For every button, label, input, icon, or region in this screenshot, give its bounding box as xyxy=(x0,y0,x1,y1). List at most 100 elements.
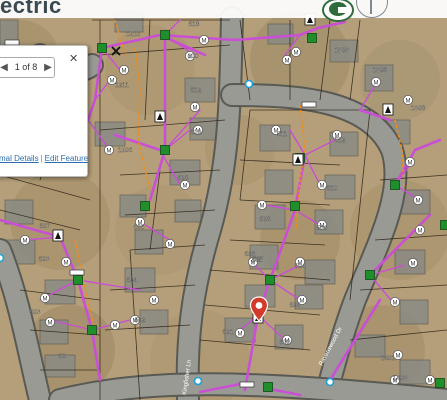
transformer-icon xyxy=(87,325,97,335)
popup-actions: mal Details | Edit Feature xyxy=(0,154,88,163)
link-separator: | xyxy=(40,154,43,163)
feature-navigator: ◀ 1 of 8 ▶ xyxy=(0,57,55,78)
lot-number-label: 512 xyxy=(335,137,346,144)
meter-label: M xyxy=(113,323,118,329)
lot-number-label: 1216 xyxy=(126,31,141,38)
lot-number-label: 501 xyxy=(223,329,234,336)
lot-number-label: 506 xyxy=(134,224,145,231)
meter-label: M xyxy=(48,320,53,326)
transformer-icon xyxy=(263,382,273,392)
lot-number-label: 1401 xyxy=(381,355,396,362)
lot-number-label: 502 xyxy=(135,317,146,324)
lot-number-label: 1303 xyxy=(335,47,350,54)
transformer-icon xyxy=(435,378,445,388)
location-pin-icon[interactable] xyxy=(249,296,269,322)
meter-label: M xyxy=(408,160,413,166)
meter-label: M xyxy=(202,38,207,44)
transformer-icon xyxy=(73,275,83,285)
lot-number-label: 505 xyxy=(252,257,263,264)
logo-mark xyxy=(338,7,348,13)
meter-label: M xyxy=(418,228,423,234)
close-popup-button[interactable]: ✕ xyxy=(69,52,78,65)
lot-number-label: 504 xyxy=(295,263,306,270)
lot-number-label: 1305 xyxy=(373,67,388,74)
app-header: ectric xyxy=(0,0,447,22)
meter-label: M xyxy=(23,238,28,244)
service-line xyxy=(289,129,306,156)
meter-label: M xyxy=(183,183,188,189)
meter-label: M xyxy=(193,105,198,111)
meter-label: M xyxy=(152,298,157,304)
transformer-icon xyxy=(440,220,447,230)
transformer-icon xyxy=(290,201,300,211)
brand-text: ectric xyxy=(0,0,62,18)
meter-label: M xyxy=(64,260,69,266)
transformer-icon xyxy=(97,43,107,53)
compass-rose xyxy=(352,0,447,18)
meter-label: M xyxy=(110,78,115,84)
details-link[interactable]: mal Details xyxy=(0,154,39,163)
prev-feature-button[interactable]: ◀ xyxy=(0,58,9,77)
lot-number-label: 508 xyxy=(260,216,271,223)
lot-number-label: 518 xyxy=(189,21,200,28)
meter-label: M xyxy=(294,50,299,56)
house-roof xyxy=(304,259,336,285)
edit-feature-link[interactable]: Edit Feature xyxy=(45,154,89,163)
transformer-icon xyxy=(160,145,170,155)
riser-icon xyxy=(0,253,5,263)
riser-icon xyxy=(193,376,203,386)
house-roof xyxy=(399,299,429,325)
lot-number-label: 503 xyxy=(30,309,41,316)
lot-number-label: 508 xyxy=(178,175,189,182)
meter-label: M xyxy=(320,183,325,189)
lot-number-label: 512 xyxy=(191,87,202,94)
lot-number-label: 1403 xyxy=(393,375,408,382)
meter-label: M xyxy=(406,98,411,104)
meter-label: M xyxy=(396,353,401,359)
meter-label: M xyxy=(428,378,433,384)
pad-marker xyxy=(301,101,317,108)
riser-icon xyxy=(325,377,335,387)
lot-number-label: 503 xyxy=(39,256,50,263)
lot-number-label: 510 xyxy=(327,185,338,192)
meter-label: M xyxy=(168,242,173,248)
lot-number-label: 1206 xyxy=(118,147,133,154)
lot-number-label: 511 xyxy=(277,131,288,138)
transformer-icon xyxy=(265,275,275,285)
lot-number-label: 506 xyxy=(317,225,328,232)
riser-icon xyxy=(244,79,254,89)
meter-label: M xyxy=(238,331,243,337)
lot-number-label: 504 xyxy=(290,302,301,309)
compass-needle xyxy=(370,0,372,14)
lot-number-label: 1308 xyxy=(411,105,426,112)
meter-label: M xyxy=(374,80,379,86)
meter-label: M xyxy=(285,58,290,64)
house-roof xyxy=(94,121,126,147)
lot-number-label: 510 xyxy=(191,129,202,136)
pad-marker xyxy=(69,269,85,276)
lot-number-label: 502 xyxy=(280,339,291,346)
feature-counter: 1 of 8 xyxy=(14,62,38,72)
feature-popup: ◀ 1 of 8 ▶ ✕ mal Details | Edit Feature xyxy=(0,45,88,177)
transformer-icon xyxy=(307,33,317,43)
transformer-icon xyxy=(390,180,400,190)
logo-emblem xyxy=(329,2,348,16)
compass-ring xyxy=(356,0,388,18)
transformer-icon xyxy=(160,30,170,40)
lot-number-label: 507 xyxy=(40,223,51,230)
meter-label: M xyxy=(107,148,112,154)
transformer-icon xyxy=(365,270,375,280)
lot-number-label: 1211 xyxy=(115,82,129,89)
lot-number-label: 600 xyxy=(188,53,199,60)
meter-label: M xyxy=(411,261,416,267)
meter-label: M xyxy=(416,198,421,204)
meter-label: M xyxy=(393,300,398,306)
service-line xyxy=(304,154,321,186)
meter-label: M xyxy=(122,68,127,74)
meter-label: M xyxy=(260,203,265,209)
transformer-icon xyxy=(140,201,150,211)
next-feature-button[interactable]: ▶ xyxy=(43,58,53,77)
map-canvas[interactable]: MMMMMMMMMMMMMMMMMMMMMMMMMMMMMMMMMMMMMMMM… xyxy=(0,0,447,400)
house-roof xyxy=(267,23,294,45)
house-roof xyxy=(264,169,294,195)
